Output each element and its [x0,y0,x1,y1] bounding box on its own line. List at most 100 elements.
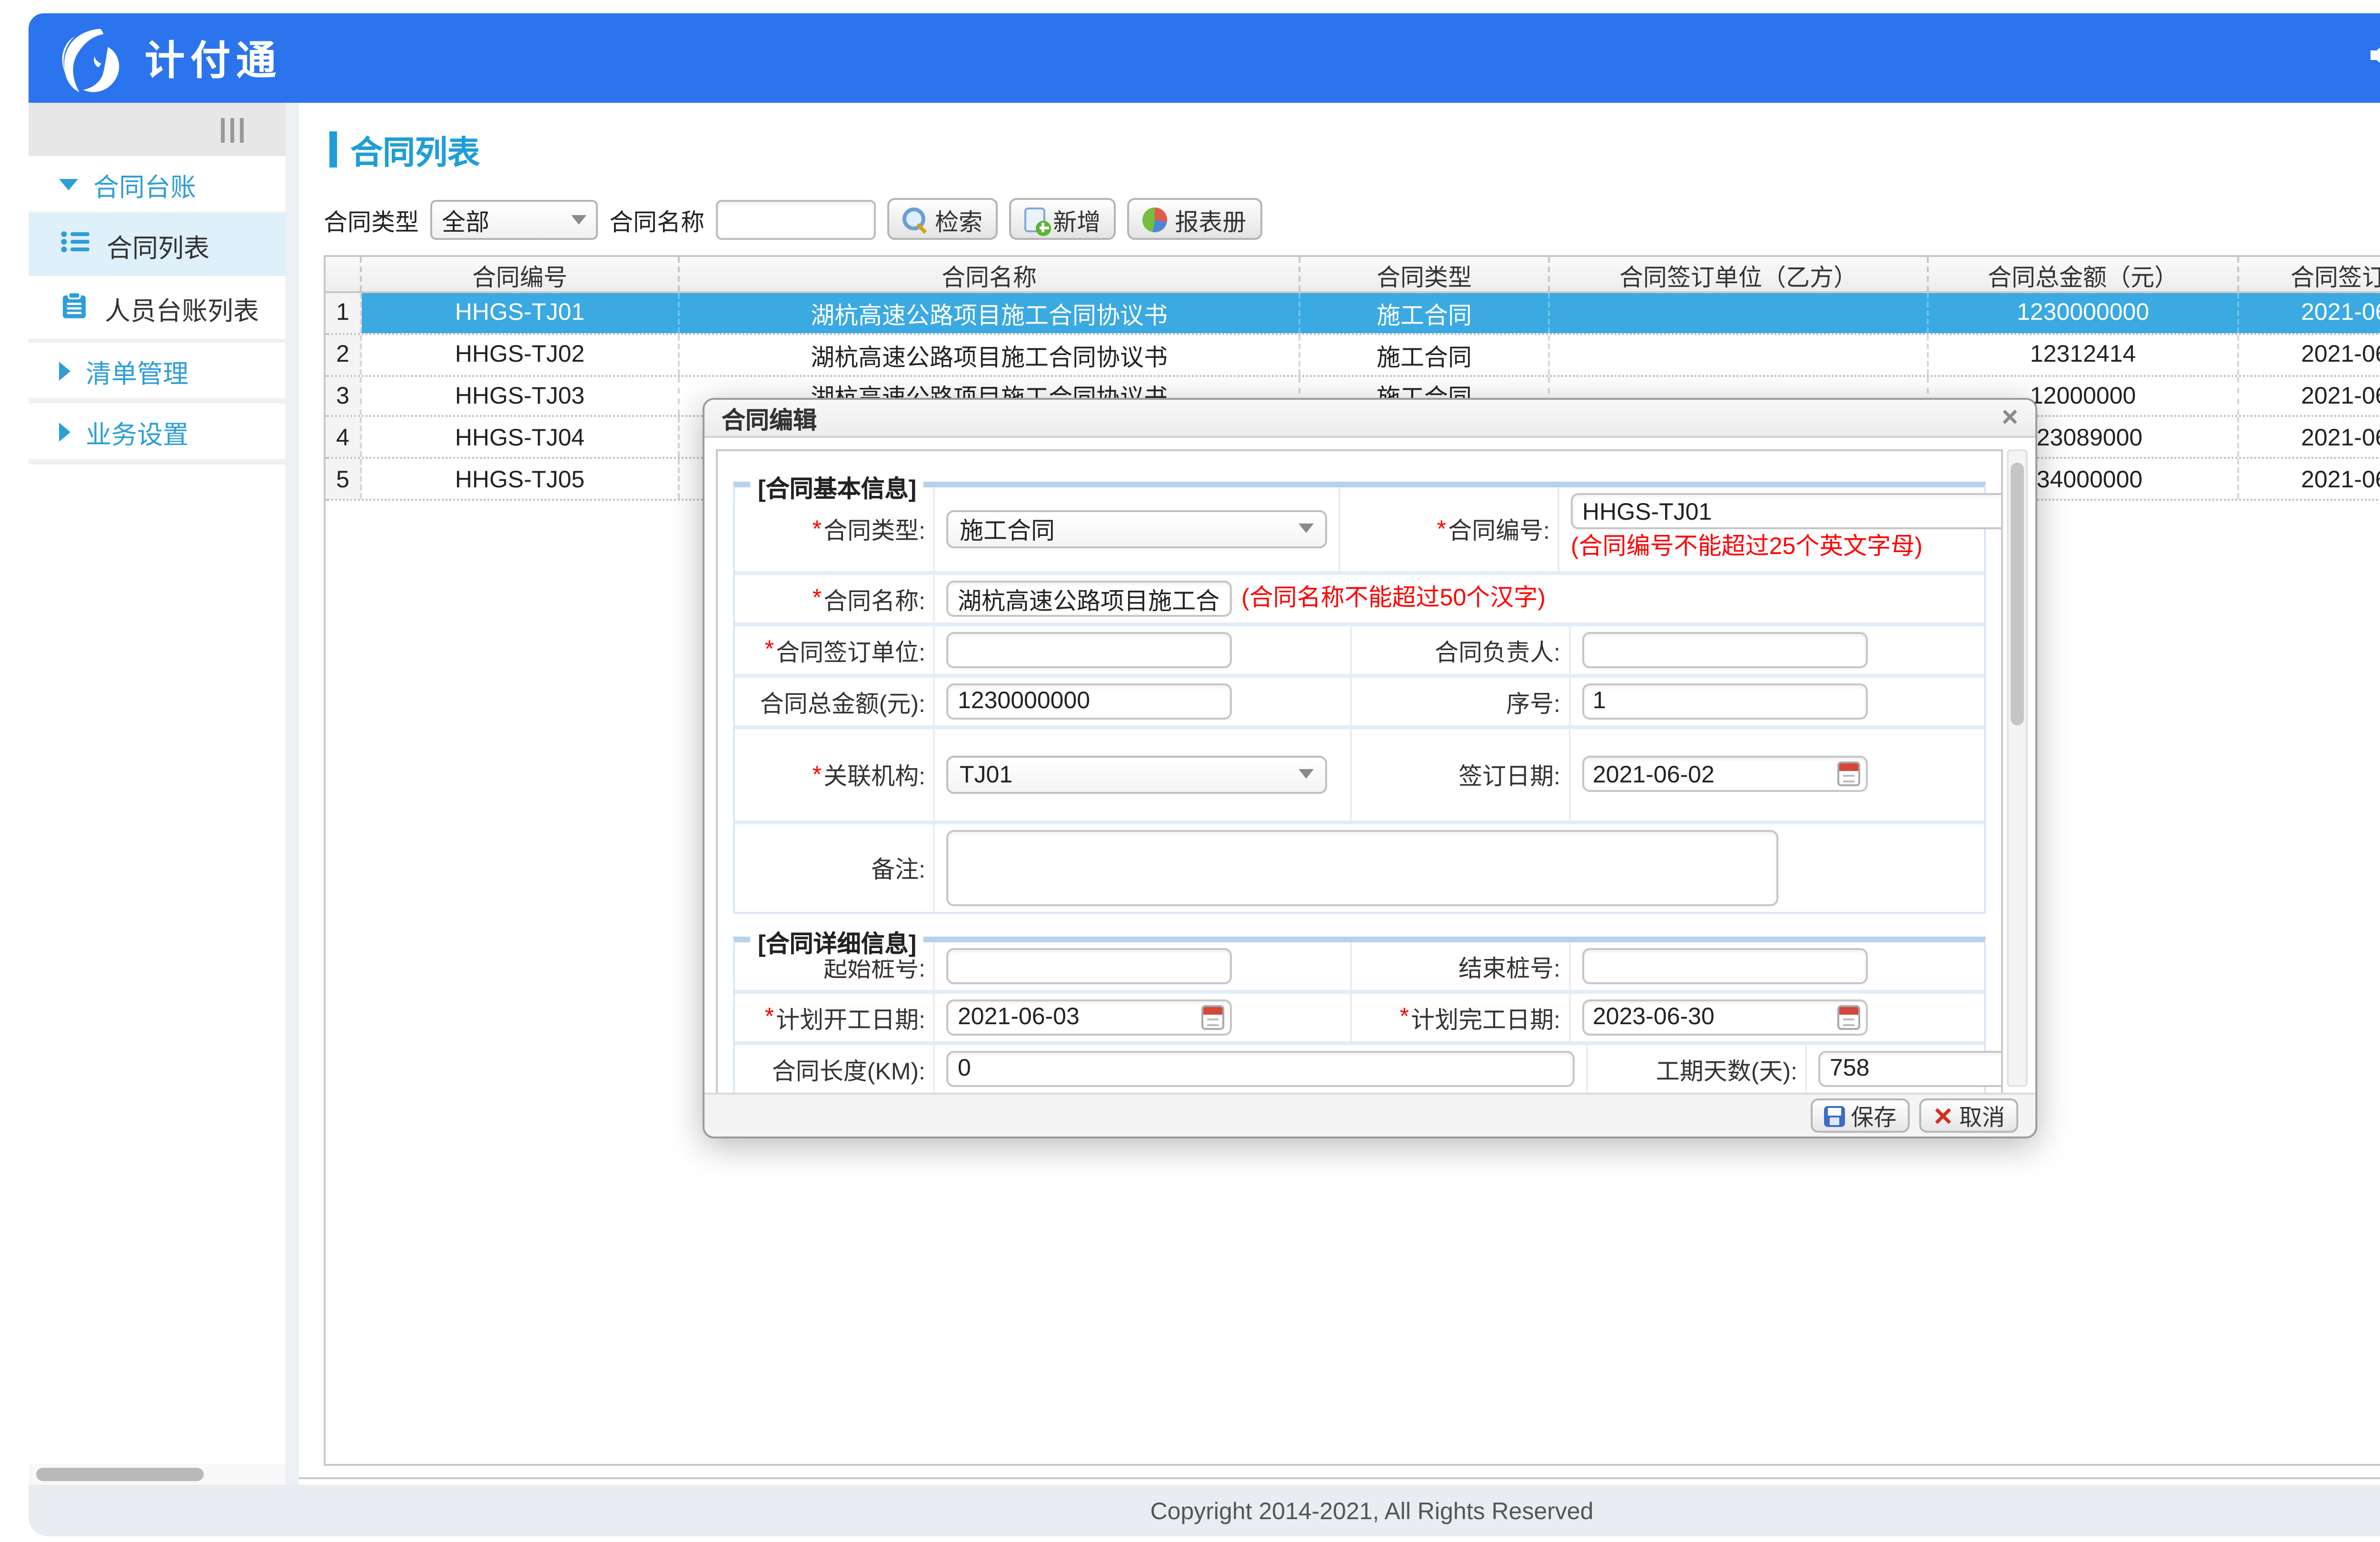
contract-name-label: 合同名称 [609,201,704,237]
dialog-vertical-scrollbar[interactable] [2007,449,2028,1087]
save-button[interactable]: 保存 [1811,1098,1910,1133]
calendar-icon[interactable] [1836,762,1859,787]
dialog-titlebar[interactable]: 合同编辑 [704,400,2035,438]
panel-grip-icon[interactable] [221,117,244,142]
select-arrow-icon [1299,770,1314,779]
dialog-body: [合同基本信息]*合同类型:施工合同*合同编号:(合同编号不能超过25个英文字母… [704,438,2035,1093]
column-header[interactable]: 合同类型 [1300,257,1550,291]
sidebar-main-divider [286,103,299,1485]
page-footer: Copyright 2014-2021, All Rights Reserved [29,1485,2380,1536]
contract-name-input[interactable] [716,199,876,239]
text-input[interactable] [1581,632,1867,668]
dialog-form: [合同基本信息]*合同类型:施工合同*合同编号:(合同编号不能超过25个英文字母… [716,449,2003,1093]
validation-hint: (合同名称不能超过50个汉字) [1241,581,1546,616]
text-input[interactable] [946,632,1232,668]
sidebar-item-label: 人员台账列表 [105,288,259,326]
field-cell [935,942,1351,989]
field-cell [935,824,1984,911]
sidebar-item-合同列表[interactable]: 合同列表 [29,213,286,276]
form-row: 合同总金额(元):序号: [735,677,1984,729]
sidebar-group-label: 业务设置 [86,412,188,450]
required-asterisk: * [813,761,822,788]
text-input[interactable] [1571,493,2003,529]
textarea-field[interactable] [946,830,1778,906]
field-cell [935,626,1351,673]
dialog-title: 合同编辑 [722,400,817,436]
field-cell [1570,677,1984,725]
sidebar-item-人员台账列表[interactable]: 人员台账列表 [29,276,286,339]
fieldset-legend: [合同详细信息] [750,923,924,959]
calendar-icon[interactable] [1836,1005,1859,1029]
field-label: 备注: [735,824,935,911]
add-button[interactable]: 新增 [1009,198,1116,240]
text-input[interactable] [1581,948,1867,984]
sidebar-group-清单管理[interactable]: 清单管理 [29,343,286,400]
notice-button[interactable]: 通知 [2368,39,2380,77]
report-button[interactable]: 报表册 [1127,198,1261,240]
date-input[interactable] [1581,756,1867,792]
column-header[interactable]: 合同编号 [362,257,680,291]
field-label: *合同编号: [1340,487,1559,571]
date-input[interactable] [946,999,1232,1035]
clipboard-icon [61,290,88,325]
column-header[interactable]: 合同签订单位（乙方） [1550,257,1929,291]
table-cell: 施工合同 [1300,293,1550,333]
text-input[interactable] [946,948,1232,984]
contract-type-select[interactable]: 全部 [430,199,598,239]
triangle-right-icon [59,361,70,380]
field-cell: (合同名称不能超过50个汉字) [935,574,1984,622]
fieldset: [合同基本信息]*合同类型:施工合同*合同编号:(合同编号不能超过25个英文字母… [733,482,1986,913]
table-row[interactable]: 1HHGS-TJ01湖杭高速公路项目施工合同协议书施工合同12300000002… [326,293,2380,335]
contract-type-value: 全部 [442,201,489,237]
sidebar: 合同台账合同列表人员台账列表清单管理业务设置 [29,103,286,1485]
field-label: 序号: [1351,677,1570,725]
cancel-button[interactable]: 取消 [1919,1098,2018,1133]
date-field [1581,756,1867,792]
required-asterisk: * [765,636,774,663]
field-cell [1570,626,1984,673]
brand: 计付通 [55,22,282,94]
text-input[interactable] [1581,683,1867,719]
column-header[interactable]: 合同签订日期 [2239,257,2380,291]
text-input[interactable] [946,683,1232,719]
add-document-icon [1024,207,1045,231]
sidebar-group-合同台账[interactable]: 合同台账 [29,156,286,213]
table-cell [1550,293,1929,333]
required-asterisk: * [813,585,822,612]
cancel-button-label: 取消 [1959,1099,2005,1132]
table-cell: HHGS-TJ02 [362,335,680,374]
sidebar-horizontal-scrollbar[interactable] [29,1464,286,1485]
close-icon[interactable] [2002,404,2018,432]
table-cell: 2021-06-02 [2239,376,2380,415]
group-separator [29,400,286,404]
date-input[interactable] [1581,999,1867,1035]
table-cell: 3 [326,376,362,415]
column-header[interactable]: 合同总金额（元） [1929,257,2239,291]
scrollbar-thumb[interactable] [36,1468,204,1481]
scrollbar-thumb[interactable] [2011,463,2024,725]
column-header[interactable]: 合同名称 [680,257,1300,291]
required-asterisk: * [765,1004,774,1030]
select-field[interactable]: 施工合同 [946,510,1327,548]
form-row: 合同长度(KM):工期天数(天): [735,1045,1984,1093]
text-input[interactable] [946,580,1232,616]
table-cell: HHGS-TJ03 [362,376,680,415]
select-value: TJ01 [960,761,1012,788]
page-title-text: 合同列表 [350,126,480,173]
sidebar-group-label: 清单管理 [86,351,188,389]
text-input[interactable] [946,1050,1575,1087]
select-field[interactable]: TJ01 [946,755,1327,793]
group-separator [29,339,286,343]
search-button[interactable]: 检索 [887,198,998,240]
calendar-icon[interactable] [1201,1005,1224,1029]
text-input[interactable] [1818,1050,2003,1087]
search-button-label: 检索 [935,201,982,237]
table-row[interactable]: 2HHGS-TJ02湖杭高速公路项目施工合同协议书施工合同12312414202… [326,335,2380,376]
triangle-right-icon [59,422,70,441]
triangle-down-icon [59,178,78,189]
save-button-label: 保存 [1851,1099,1896,1132]
sidebar-group-业务设置[interactable]: 业务设置 [29,404,286,461]
field-label: *计划开工日期: [735,993,935,1041]
table-cell: 2021-06-02 [2239,293,2380,333]
field-label: *合同名称: [735,574,935,622]
